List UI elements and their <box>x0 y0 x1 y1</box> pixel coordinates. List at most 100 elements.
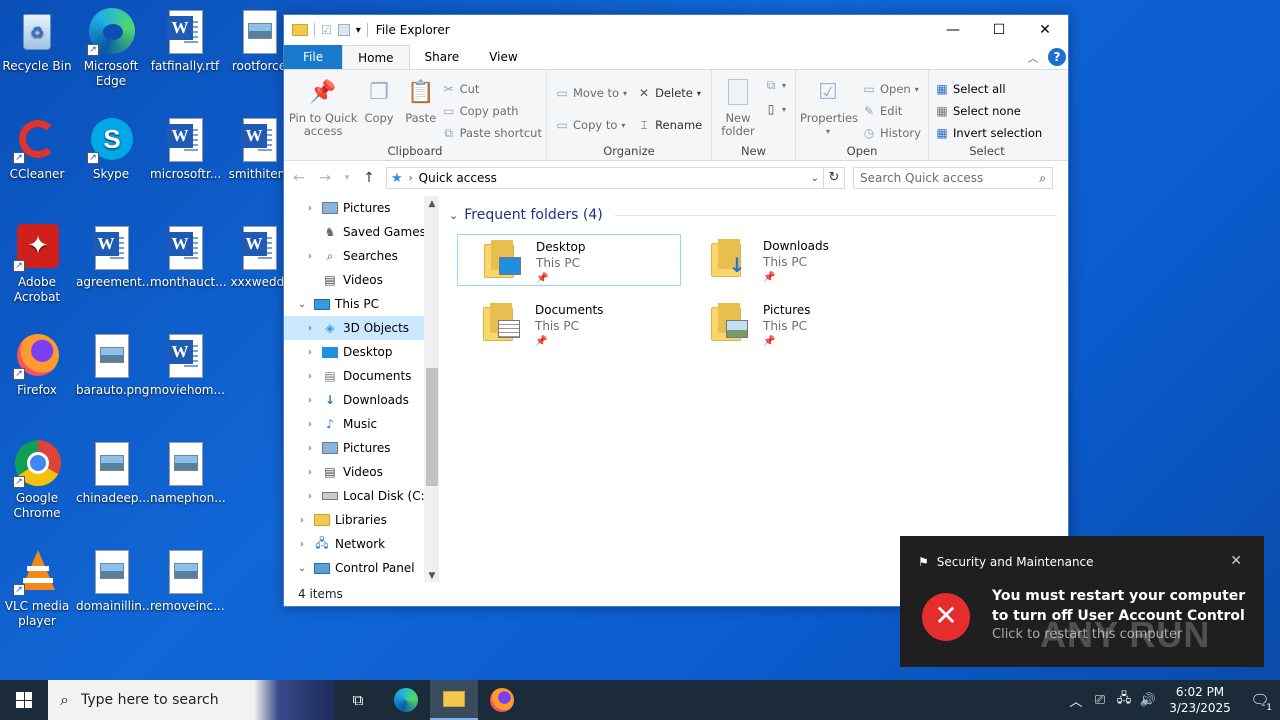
agreement-desktop-icon[interactable]: W agreement... <box>74 224 153 290</box>
copy-path-button[interactable]: ▭ Copy path <box>442 102 542 120</box>
taskbar-edge-button[interactable] <box>382 680 430 720</box>
up-arrow-icon[interactable]: ↑ <box>360 170 378 186</box>
folder-tile-documents[interactable]: Documents This PC 📌 <box>457 298 681 350</box>
chevron-right-icon[interactable]: › <box>304 467 316 478</box>
address-dropdown-icon[interactable]: ⌄ <box>811 173 819 184</box>
maximize-button[interactable]: ☐ <box>976 15 1022 45</box>
nav-scrollbar[interactable]: ▲ ▼ <box>424 196 439 582</box>
nav-item-saved-games[interactable]: ♞ Saved Games <box>284 220 439 244</box>
tab-file[interactable]: File <box>284 45 343 69</box>
back-arrow-icon[interactable]: ← <box>290 170 308 186</box>
move-to-button[interactable]: ▭ Move to ▾ <box>555 84 627 102</box>
nav-item-pictures[interactable]: › Pictures <box>284 196 439 220</box>
removeinc-desktop-icon[interactable]: removeinc... <box>148 548 225 614</box>
chinadeep-desktop-icon[interactable]: chinadeep.... <box>74 440 154 506</box>
properties-quick-icon[interactable]: ☑ <box>321 23 332 37</box>
taskbar-search[interactable]: ⌕ Type here to search <box>48 680 334 720</box>
chevron-right-icon[interactable]: › <box>304 323 316 334</box>
clock[interactable]: 6:02 PM 3/23/2025 <box>1160 684 1240 716</box>
search-input[interactable]: Search Quick access ⌕ <box>853 167 1053 189</box>
nav-item-this-pc[interactable]: ⌄ This PC <box>284 292 439 316</box>
tab-view[interactable]: View <box>474 45 532 69</box>
adobe-acrobat-desktop-icon[interactable]: ✦ ↗ Adobe Acrobat <box>0 224 74 305</box>
skype-desktop-icon[interactable]: S ↗ Skype <box>74 116 148 182</box>
collapse-ribbon-icon[interactable]: ︿ <box>1028 50 1038 65</box>
task-view-button[interactable]: ⧉ <box>334 680 382 720</box>
cut-button[interactable]: ✂ Cut <box>442 80 542 98</box>
minimize-button[interactable]: — <box>930 15 976 45</box>
edit-button[interactable]: ✎ Edit <box>862 102 921 120</box>
chevron-down-icon[interactable]: ⌄ <box>296 299 308 310</box>
open-button[interactable]: ▭ Open ▾ <box>862 80 921 98</box>
rename-button[interactable]: ⌶ Rename <box>637 116 702 134</box>
chevron-down-icon[interactable]: ⌄ <box>449 209 458 222</box>
chevron-right-icon[interactable]: › <box>304 491 316 502</box>
recent-locations-icon[interactable]: ▾ <box>342 173 352 183</box>
easy-access-button[interactable]: ▯ ▾ <box>764 100 786 118</box>
paste-shortcut-button[interactable]: ⧉ Paste shortcut <box>442 124 542 142</box>
new-item-button[interactable]: ⧉ ▾ <box>764 76 786 94</box>
tab-home[interactable]: Home <box>342 45 410 69</box>
namephon-desktop-icon[interactable]: namephon... <box>148 440 226 506</box>
action-center-button[interactable]: 🗨 1 <box>1240 691 1280 713</box>
breadcrumb[interactable]: Quick access <box>419 171 497 185</box>
history-button[interactable]: ◷ History <box>862 124 921 142</box>
folder-tile-downloads[interactable]: ↓ Downloads This PC 📌 <box>685 234 909 286</box>
barauto-desktop-icon[interactable]: barauto.png <box>74 332 149 398</box>
select-all-button[interactable]: ▦ Select all <box>935 80 1042 98</box>
recycle-bin-desktop-icon[interactable]: ♻ Recycle Bin <box>0 8 74 74</box>
volume-icon[interactable]: 🔊 <box>1136 693 1160 708</box>
folder-tile-pictures[interactable]: Pictures This PC 📌 <box>685 298 909 350</box>
microsoft-edge-desktop-icon[interactable]: ↗ Microsoft Edge <box>74 8 148 89</box>
nav-item-network[interactable]: › 🖧 Network <box>284 532 439 556</box>
ccleaner-desktop-icon[interactable]: ↗ CCleaner <box>0 116 74 182</box>
moviehom-desktop-icon[interactable]: W moviehom... <box>148 332 225 398</box>
refresh-button[interactable]: ↻ <box>823 167 845 189</box>
customize-quick-access-icon[interactable]: ▾ <box>356 25 361 36</box>
address-bar[interactable]: ★ › Quick access ⌄ <box>386 167 824 189</box>
nav-item-music[interactable]: › ♪ Music <box>284 412 439 436</box>
copy-to-button[interactable]: ▭ Copy to ▾ <box>555 116 627 134</box>
google-chrome-desktop-icon[interactable]: ↗ Google Chrome <box>0 440 74 521</box>
scroll-up-icon[interactable]: ▲ <box>424 196 439 212</box>
toast-notification[interactable]: ⚑ Security and Maintenance ✕ ✕ You must … <box>900 536 1264 667</box>
taskbar-firefox-button[interactable] <box>478 680 526 720</box>
nav-item-videos[interactable]: ▤ Videos <box>284 268 439 292</box>
scroll-thumb[interactable] <box>426 368 438 486</box>
start-button[interactable] <box>0 680 48 720</box>
frequent-folders-header[interactable]: ⌄ Frequent folders (4) <box>449 204 1068 226</box>
chevron-right-icon[interactable]: › <box>304 371 316 382</box>
select-none-button[interactable]: ▦ Select none <box>935 102 1042 120</box>
nav-item-local-disk[interactable]: › Local Disk (C:) <box>284 484 439 508</box>
toast-close-icon[interactable]: ✕ <box>1230 553 1242 569</box>
chevron-right-icon[interactable]: › <box>304 347 316 358</box>
microsoftr-desktop-icon[interactable]: W microsoftr... <box>148 116 222 182</box>
chevron-down-icon[interactable]: ⌄ <box>296 563 308 574</box>
folder-tile-desktop[interactable]: Desktop This PC 📌 <box>457 234 681 286</box>
nav-item-pictures-pc[interactable]: › Pictures <box>284 436 439 460</box>
nav-item-videos-pc[interactable]: › ▤ Videos <box>284 460 439 484</box>
chevron-right-icon[interactable]: › <box>296 515 308 526</box>
firefox-desktop-icon[interactable]: ↗ Firefox <box>0 332 74 398</box>
nav-item-downloads[interactable]: › ↓ Downloads <box>284 388 439 412</box>
chevron-right-icon[interactable]: › <box>304 251 316 262</box>
device-icon[interactable]: ⎚ <box>1088 693 1112 708</box>
nav-item-libraries[interactable]: › Libraries <box>284 508 439 532</box>
nav-item-desktop[interactable]: › Desktop <box>284 340 439 364</box>
domainillin-desktop-icon[interactable]: domainillin... <box>74 548 153 614</box>
nav-item-3d-objects[interactable]: › ◈ 3D Objects <box>284 316 439 340</box>
chevron-right-icon[interactable]: › <box>304 395 316 406</box>
scroll-down-icon[interactable]: ▼ <box>424 568 439 582</box>
new-folder-quick-icon[interactable] <box>337 24 350 36</box>
fatfinally-desktop-icon[interactable]: W fatfinally.rtf <box>148 8 222 74</box>
network-icon[interactable]: 🖧 <box>1112 689 1136 711</box>
vlc-desktop-icon[interactable]: ↗ VLC media player <box>0 548 74 629</box>
taskbar-file-explorer-button[interactable] <box>430 680 478 720</box>
close-button[interactable]: ✕ <box>1022 15 1068 45</box>
show-hidden-icons-chevron-icon[interactable]: ︿ <box>1064 691 1088 710</box>
chevron-right-icon[interactable]: › <box>296 539 308 550</box>
title-bar[interactable]: ☑ ▾ File Explorer — ☐ ✕ <box>284 15 1068 45</box>
chevron-right-icon[interactable]: › <box>304 419 316 430</box>
chevron-right-icon[interactable]: › <box>304 203 316 214</box>
nav-item-searches[interactable]: › ⌕ Searches <box>284 244 439 268</box>
